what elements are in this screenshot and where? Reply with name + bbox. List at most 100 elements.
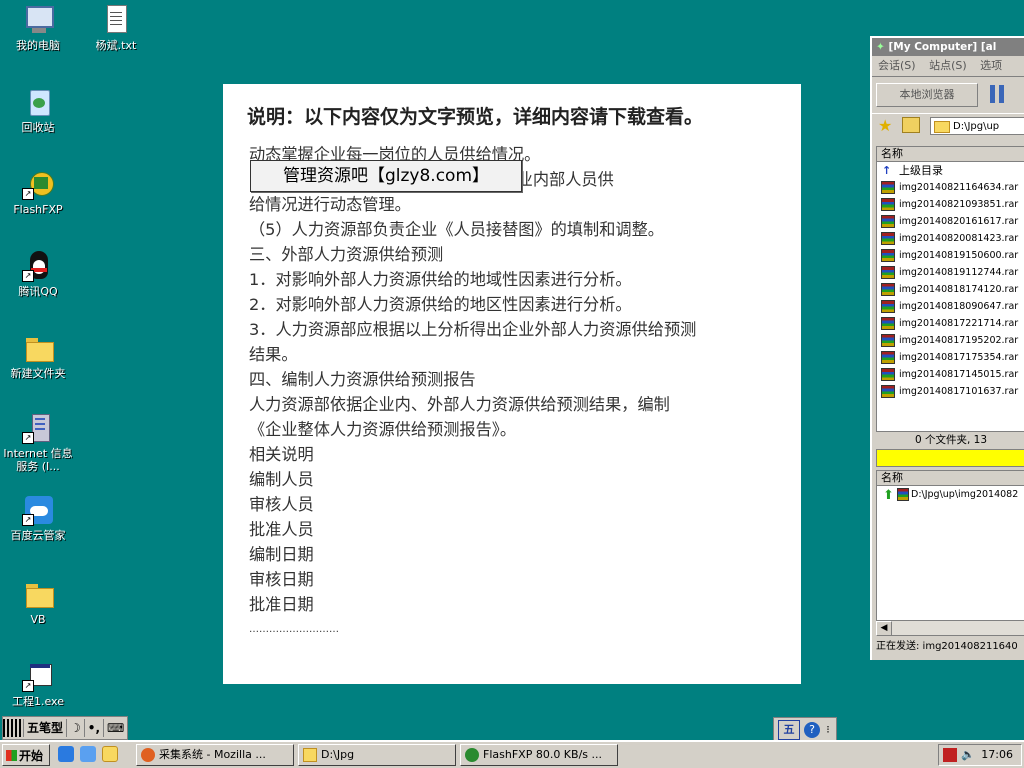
document-body: 动态掌握企业每一岗位的人员供给情况。 模型方法，对企业内部人员供 给情况进行动态… — [249, 142, 789, 642]
file-name: img20140818174120.rar — [899, 284, 1019, 295]
document-line: 《企业整体人力资源供给预测报告》。 — [249, 420, 517, 439]
parent-directory-item[interactable]: ↑ 上级目录 — [877, 162, 1024, 179]
refresh-folder-icon[interactable] — [902, 117, 920, 133]
desktop-icon-vb-folder[interactable]: VB — [0, 578, 76, 626]
desktop-icon-text-file[interactable]: 杨斌.txt — [78, 4, 154, 52]
folder-icon — [22, 332, 54, 364]
menu-options[interactable]: 选项 — [980, 59, 1002, 72]
file-item[interactable]: img20140819112744.rar — [877, 264, 1024, 281]
iis-server-icon: ↗ — [22, 412, 54, 444]
file-name: img20140817195202.rar — [899, 335, 1019, 346]
document-line: 人力资源部依据企业内、外部人力资源供给预测结果，编制 — [249, 395, 670, 414]
file-name: img20140817221714.rar — [899, 318, 1019, 329]
task-label: FlashFXP 80.0 KB/s ... — [483, 748, 602, 761]
file-item[interactable]: img20140817221714.rar — [877, 315, 1024, 332]
favorites-star-icon[interactable]: ★ — [878, 116, 892, 135]
flashfxp-path-bar: ★ D:\Jpg\up — [872, 114, 1024, 140]
document-line: 审核日期 — [249, 570, 314, 589]
file-item[interactable]: img20140818174120.rar — [877, 281, 1024, 298]
baidu-cloud-icon: ↗ — [22, 494, 54, 526]
file-item[interactable]: img20140821093851.rar — [877, 196, 1024, 213]
flashfxp-titlebar[interactable]: ✦ [My Computer] [al — [872, 38, 1024, 56]
file-item[interactable]: img20140818090647.rar — [877, 298, 1024, 315]
qq-penguin-icon: ↗ — [22, 250, 54, 282]
flashfxp-menubar: 会话(S) 站点(S) 选项 — [872, 56, 1024, 76]
file-name: img20140820161617.rar — [899, 216, 1019, 227]
folder-icon[interactable] — [102, 746, 118, 762]
taskbar-item-firefox[interactable]: 采集系统 - Mozilla ... — [136, 744, 294, 766]
desktop-icon-recycle-bin[interactable]: 回收站 — [0, 86, 76, 134]
desktop-icon-iis[interactable]: ↗ Internet 信息服务 (I... — [0, 412, 76, 473]
path-input[interactable]: D:\Jpg\up — [930, 117, 1024, 135]
folder-icon — [303, 748, 317, 762]
ie-icon[interactable] — [58, 746, 74, 762]
rar-archive-icon — [881, 215, 895, 228]
ime-logo-icon[interactable] — [3, 719, 24, 737]
language-bar-options-icon[interactable]: ⁝ — [824, 721, 832, 739]
local-browser-button[interactable]: 本地浏览器 — [876, 83, 978, 107]
taskbar-item-folder[interactable]: D:\Jpg — [298, 744, 456, 766]
file-item[interactable]: img20140821164634.rar — [877, 179, 1024, 196]
file-item[interactable]: img20140820081423.rar — [877, 230, 1024, 247]
document-line: 相关说明 — [249, 445, 314, 464]
document-line: 1．对影响外部人力资源供给的地域性因素进行分析。 — [249, 270, 632, 289]
pause-icon[interactable] — [990, 85, 1006, 103]
volume-icon[interactable]: 🔈 — [961, 745, 975, 765]
path-value: D:\Jpg\up — [953, 121, 1000, 132]
file-item[interactable]: img20140820161617.rar — [877, 213, 1024, 230]
desktop-icon-label: 我的电脑 — [16, 39, 60, 52]
file-item[interactable]: img20140817145015.rar — [877, 366, 1024, 383]
half-width-moon-icon[interactable]: ☽ — [67, 719, 85, 737]
desktop-icon-new-folder[interactable]: 新建文件夹 — [0, 332, 76, 380]
parent-directory-label: 上级目录 — [899, 164, 943, 177]
file-count-status: 0 个文件夹, 13 — [914, 434, 988, 446]
desktop-icon-my-computer[interactable]: 我的电脑 — [0, 4, 76, 52]
tray-app-icon[interactable] — [943, 748, 957, 762]
recycle-bin-icon — [22, 86, 54, 118]
file-item[interactable]: img20140817195202.rar — [877, 332, 1024, 349]
document-title: 说明：以下内容仅为文字预览，详细内容请下载查看。 — [247, 106, 704, 128]
rar-archive-icon — [881, 300, 895, 313]
file-item[interactable]: img20140819150600.rar — [877, 247, 1024, 264]
outlook-icon[interactable] — [80, 746, 96, 762]
watermark-banner[interactable]: 管理资源吧【glzy8.com】 — [250, 160, 522, 192]
taskbar-item-flashfxp[interactable]: FlashFXP 80.0 KB/s ... — [460, 744, 618, 766]
rar-archive-icon — [881, 385, 895, 398]
document-line: 编制人员 — [249, 470, 314, 489]
task-label: 采集系统 - Mozilla ... — [159, 748, 266, 761]
help-icon[interactable]: ? — [804, 722, 820, 738]
document-line: 结果。 — [249, 345, 298, 364]
scroll-left-icon[interactable]: ◀ — [876, 621, 892, 636]
column-header-name[interactable]: 名称 — [877, 147, 1024, 162]
soft-keyboard-icon[interactable]: ⌨ — [104, 719, 127, 737]
queue-column-header-name[interactable]: 名称 — [877, 471, 1024, 486]
punctuation-icon[interactable]: •, — [85, 719, 105, 737]
clock[interactable]: 17:06 — [981, 745, 1013, 765]
document-line: 批准人员 — [249, 520, 314, 539]
desktop-icon-qq[interactable]: ↗ 腾讯QQ — [0, 250, 76, 298]
file-item[interactable]: img20140817175354.rar — [877, 349, 1024, 366]
file-name: img20140817145015.rar — [899, 369, 1019, 380]
queue-item[interactable]: ⬆ D:\Jpg\up\img2014082 — [877, 486, 1024, 504]
taskbar: 开始 采集系统 - Mozilla ... D:\Jpg FlashFXP 80… — [0, 740, 1024, 768]
file-name: img20140820081423.rar — [899, 233, 1019, 244]
menu-sites[interactable]: 站点(S) — [929, 59, 967, 72]
task-label: D:\Jpg — [321, 748, 355, 761]
file-name: img20140819150600.rar — [899, 250, 1019, 261]
wubi-input-icon[interactable]: 五 — [778, 720, 800, 740]
desktop-icon-exe[interactable]: ↗ 工程1.exe — [0, 660, 76, 708]
document-line: 审核人员 — [249, 495, 314, 514]
transfer-queue: 名称 ⬆ D:\Jpg\up\img2014082 — [876, 470, 1024, 636]
desktop-icon-flashfxp[interactable]: ↗ FlashFXP — [0, 168, 76, 216]
desktop-icon-label: FlashFXP — [13, 203, 63, 216]
queue-horizontal-scrollbar[interactable]: ◀ — [876, 620, 1024, 636]
file-item[interactable]: img20140817101637.rar — [877, 383, 1024, 400]
document-line: 三、外部人力资源供给预测 — [249, 245, 444, 264]
desktop-icon-baidu-cloud[interactable]: ↗ 百度云管家 — [0, 494, 76, 542]
menu-session[interactable]: 会话(S) — [878, 59, 916, 72]
document-line: 给情况进行动态管理。 — [249, 195, 411, 214]
ime-mode-label[interactable]: 五笔型 — [24, 719, 68, 737]
file-name: img20140821093851.rar — [899, 199, 1019, 210]
rar-archive-icon — [881, 351, 895, 364]
start-button[interactable]: 开始 — [2, 744, 50, 766]
